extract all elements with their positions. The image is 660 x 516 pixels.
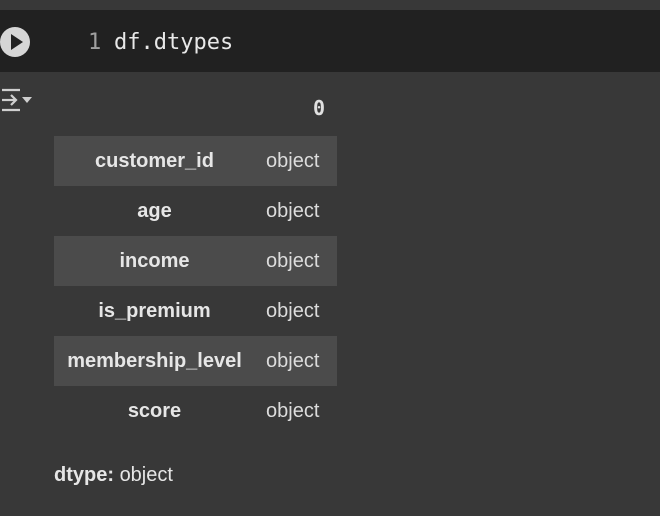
row-index: score [127,400,182,422]
row-value: object [266,250,320,272]
row-index: customer_id [95,150,214,172]
row-value: object [266,300,320,322]
play-icon [11,34,23,50]
dtypes-table: 0 customer_id object age object income o… [54,86,337,436]
table-row: is_premium object [54,286,337,336]
dtype-label: dtype: [54,464,114,486]
column-header: 0 [312,96,325,120]
row-value: object [266,150,320,172]
table-row: income object [54,236,337,286]
output-toggle-icon[interactable] [0,86,34,116]
run-cell-button[interactable] [0,27,30,57]
top-strip [0,0,660,10]
line-number: 1 [88,30,102,55]
row-value: object [266,400,320,422]
row-index: is_premium [98,300,211,322]
dtype-summary: dtype: object [54,464,173,487]
table-header-row: 0 [54,86,337,136]
table-row: customer_id object [54,136,337,186]
row-index: age [137,200,172,222]
code-text[interactable]: df.dtypes [114,30,233,55]
row-value: object [266,200,320,222]
table-row: membership_level object [54,336,337,386]
dtype-value: object [119,464,173,486]
table-row: age object [54,186,337,236]
row-index: membership_level [67,350,242,372]
table-row: score object [54,386,337,436]
row-index: income [119,250,190,272]
row-value: object [266,350,320,372]
